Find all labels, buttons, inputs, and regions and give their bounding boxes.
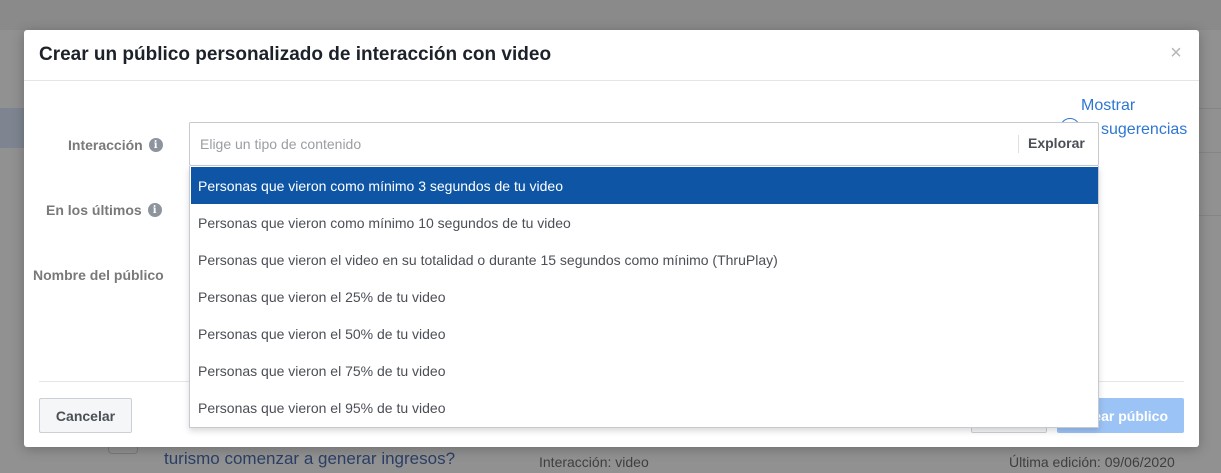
audience-name-label: Nombre del público (33, 267, 164, 283)
explore-button[interactable]: Explorar (1028, 135, 1085, 151)
content-type-dropdown: Personas que vieron como mínimo 3 segund… (189, 166, 1099, 428)
audience-name-label-text: Nombre del público (33, 267, 164, 283)
dropdown-option[interactable]: Personas que vieron como mínimo 3 segund… (191, 167, 1098, 204)
content-type-combobox[interactable]: Explorar (189, 122, 1099, 166)
modal-header: Crear un público personalizado de intera… (24, 30, 1199, 81)
interaction-label: Interacción i (68, 137, 163, 153)
info-icon[interactable]: i (147, 203, 162, 217)
dropdown-option[interactable]: Personas que vieron el 50% de tu video (191, 315, 1098, 352)
dropdown-option[interactable]: Personas que vieron el 25% de tu video (191, 278, 1098, 315)
interaction-label-text: Interacción (68, 137, 143, 153)
background-sidebar-highlight (0, 108, 24, 148)
dropdown-option[interactable]: Personas que vieron como mínimo 10 segun… (191, 204, 1098, 241)
last-days-label: En los últimos i (46, 202, 162, 218)
background-question-link: turismo comenzar a generar ingresos? (164, 449, 456, 468)
content-type-input[interactable] (200, 123, 1000, 165)
background-last-edit-text: Última edición: 09/06/2020 (1009, 454, 1175, 470)
background-topbar (0, 0, 1221, 30)
modal-title: Crear un público personalizado de intera… (39, 44, 552, 65)
dropdown-option[interactable]: Personas que vieron el 95% de tu video (191, 389, 1098, 426)
last-days-label-text: En los últimos (46, 202, 142, 218)
dropdown-option[interactable]: Personas que vieron el video en su total… (191, 241, 1098, 278)
explore-divider (1018, 135, 1019, 153)
info-icon[interactable]: i (148, 138, 163, 152)
close-icon[interactable]: × (1167, 43, 1185, 63)
background-interaction-text: Interacción: video (539, 454, 649, 470)
cancel-button[interactable]: Cancelar (39, 398, 132, 433)
dropdown-option[interactable]: Personas que vieron el 75% de tu video (191, 352, 1098, 389)
show-suggestions-line1: Mostrar (1081, 97, 1136, 114)
